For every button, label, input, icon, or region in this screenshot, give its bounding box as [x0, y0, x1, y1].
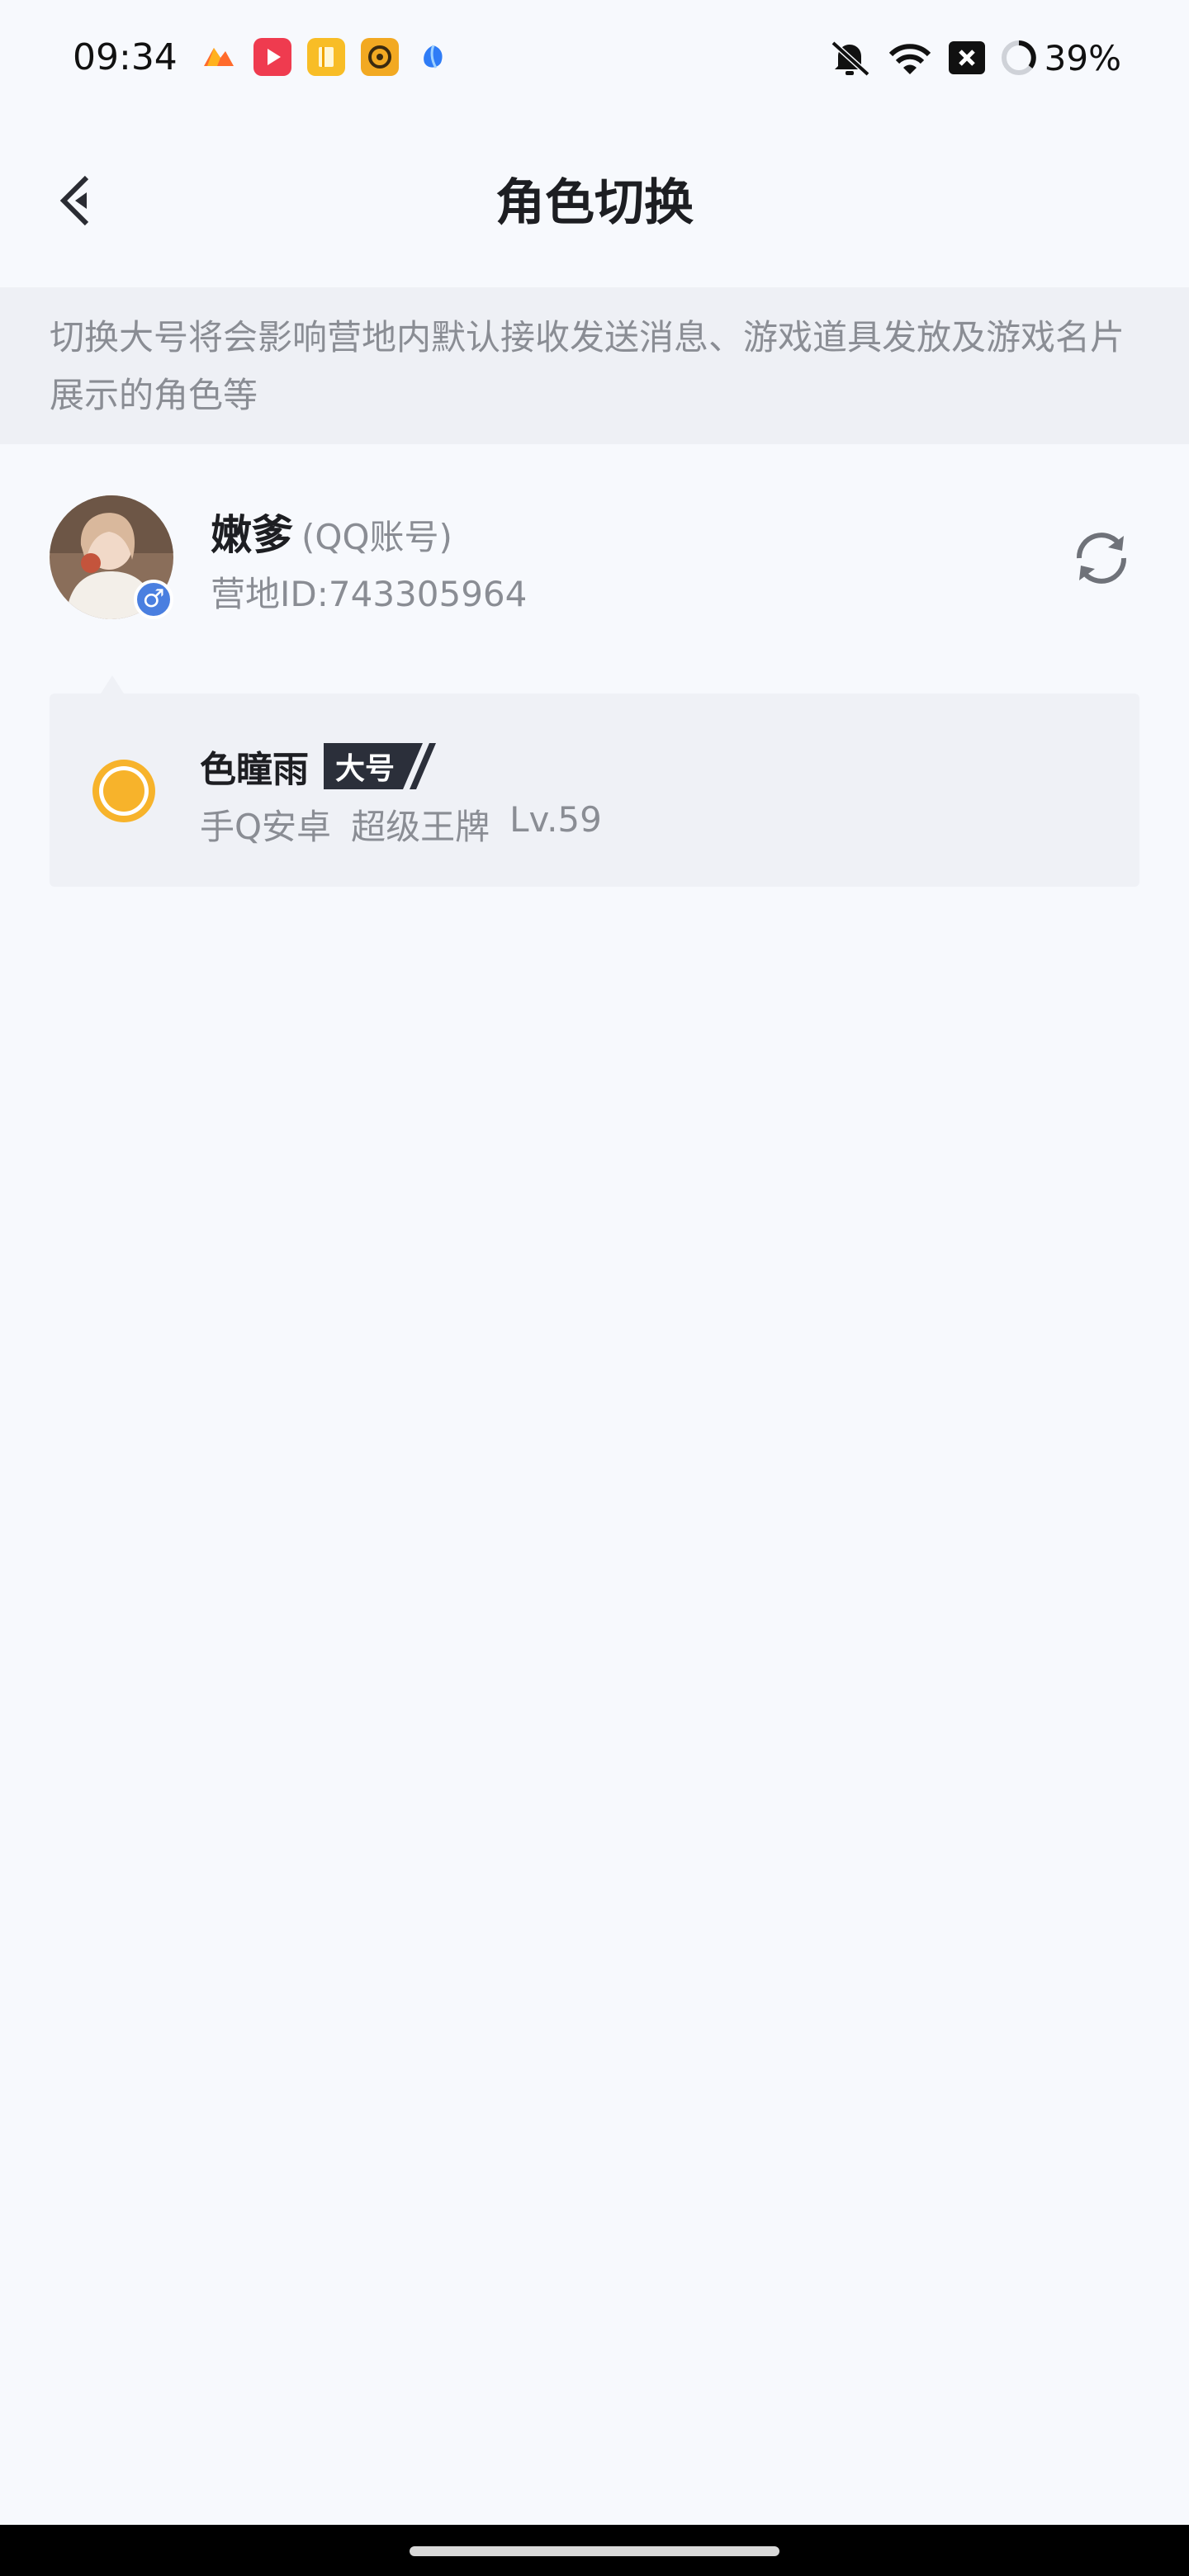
- home-indicator[interactable]: [410, 2546, 779, 2556]
- account-id: 营地ID:743305964: [211, 574, 528, 614]
- nav-bar: 角色切换: [0, 132, 1189, 272]
- notification-icons: [200, 38, 468, 76]
- account-name-row: 嫩爹 (QQ账号): [211, 502, 452, 561]
- account-header: ♂ 嫩爹 (QQ账号) 营地ID:743305964: [0, 487, 1189, 627]
- role-rank: 超级王牌: [351, 807, 490, 847]
- status-time: 09:34: [73, 36, 178, 78]
- wifi-icon: [886, 38, 934, 78]
- battery-percentage: 39%: [1044, 37, 1121, 78]
- role-platform: 手Q安卓: [200, 807, 332, 847]
- radio-ring: [99, 766, 149, 816]
- role-radio-selected[interactable]: [92, 760, 155, 822]
- account-type: (QQ账号): [301, 517, 452, 557]
- mute-icon: [827, 38, 873, 78]
- main-account-tag-label: 大号: [335, 752, 396, 786]
- status-bar: 09:34 39%: [0, 0, 1189, 116]
- notice-text: 切换大号将会影响营地内默认接收发送消息、游戏道具发放及游戏名片展示的角色等: [50, 317, 1125, 415]
- gender-badge: ♂: [134, 580, 173, 619]
- page-title: 角色切换: [495, 174, 694, 232]
- card-pointer: [101, 675, 124, 694]
- radio-dot: [103, 770, 144, 812]
- close-box-icon: [947, 40, 987, 76]
- app-icon-5: [414, 38, 452, 76]
- book-icon: [307, 38, 345, 76]
- system-status: 39%: [813, 31, 1121, 84]
- app-icon-1: [200, 38, 238, 76]
- main-account-tag: 大号: [324, 743, 436, 789]
- refresh-button[interactable]: [1068, 527, 1135, 593]
- role-name: 色瞳雨: [200, 749, 309, 791]
- role-card[interactable]: 色瞳雨 大号 手Q安卓 超级王牌 Lv.59: [50, 694, 1139, 887]
- system-navigation-bar: [0, 2525, 1189, 2576]
- account-name: 嫩爹: [211, 511, 293, 559]
- role-info-row: 手Q安卓 超级王牌 Lv.59: [200, 799, 622, 850]
- video-icon: [253, 38, 291, 76]
- music-icon: [361, 38, 399, 76]
- battery-ring-icon: [1000, 39, 1038, 77]
- role-level: Lv.59: [509, 799, 602, 840]
- refresh-icon: [1069, 526, 1134, 594]
- role-name-row: 色瞳雨 大号: [200, 740, 436, 793]
- notice-banner: 切换大号将会影响营地内默认接收发送消息、游戏道具发放及游戏名片展示的角色等: [0, 287, 1189, 444]
